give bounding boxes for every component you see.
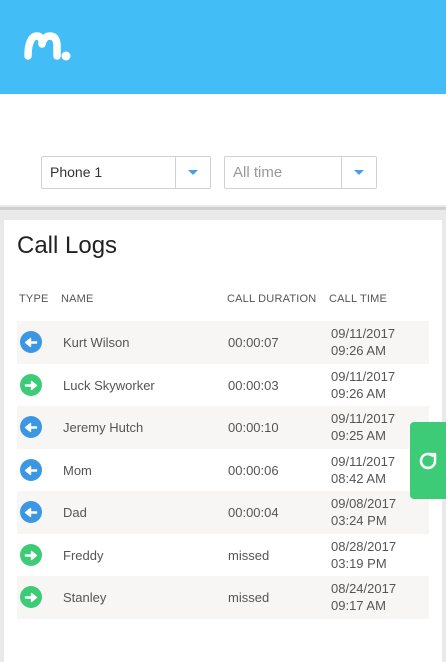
call-contact-name: Freddy [63,547,104,563]
call-clock-time: 03:24 PM [331,513,387,528]
call-date: 09/11/2017 [331,368,396,384]
call-clock-time: 03:19 PM [331,555,387,571]
table-row[interactable]: Stanley missed 08/24/2017 09:17 AM [17,576,429,619]
call-date: 09/11/2017 [331,453,396,469]
call-time: 09/11/2017 09:25 AM [331,410,395,444]
table-row[interactable]: Jeremy Hutch 00:00:10 09/11/2017 09:25 AM [17,406,429,449]
period-select-value: All time [233,164,283,181]
arrow-right-circle-icon [20,543,42,566]
call-time: 09/11/2017 09:26 AM [331,368,395,402]
call-log-table: Kurt Wilson 00:00:07 09/11/2017 09:26 AM Luc… [17,321,429,619]
refresh-button[interactable] [410,422,446,499]
arrow-left-circle-icon [20,458,42,481]
call-logs-card: Call Logs TYPE NAME CALL DURATION CALL T… [4,220,442,662]
call-date: 08/24/2017 [331,581,397,596]
table-row[interactable]: Kurt Wilson 00:00:07 09/11/2017 09:26 AM [17,321,429,364]
call-clock-time: 09:17 AM [331,598,386,613]
call-clock-time: 09:26 AM [331,385,386,401]
arrow-left-circle-icon [20,501,42,523]
call-contact-name: Luck Skyworker [63,377,155,393]
period-select-toggle[interactable] [341,157,376,188]
call-duration: missed [228,590,270,605]
caret-down-icon [354,170,364,175]
call-date: 09/08/2017 [331,496,397,511]
section-divider [0,207,446,210]
column-header-type[interactable]: TYPE [19,293,49,305]
call-date: 09/11/2017 [331,411,396,426]
page-title: Call Logs [17,232,118,259]
column-header-time[interactable]: CALL TIME [329,293,387,305]
call-duration: 00:00:03 [228,377,279,393]
call-time: 08/24/2017 09:17 AM [331,580,396,614]
call-contact-name: Jeremy Hutch [63,420,144,435]
period-select[interactable]: All time [224,156,377,189]
call-time: 09/11/2017 08:42 AM [331,453,395,487]
call-date: 08/28/2017 [331,538,397,554]
call-contact-name: Stanley [63,590,107,605]
device-select-value: Phone 1 [50,164,103,180]
caret-down-icon [188,170,198,175]
call-duration: 00:00:06 [228,462,279,478]
call-time: 09/08/2017 03:24 PM [331,495,396,529]
call-date: 09/11/2017 [331,326,396,341]
call-contact-name: Mom [63,462,92,478]
column-header-duration[interactable]: CALL DURATION [227,293,316,305]
arrow-left-circle-icon [20,416,42,438]
arrow-left-circle-icon [20,331,42,353]
call-duration: 00:00:07 [228,335,279,350]
call-time: 08/28/2017 03:19 PM [331,538,396,572]
table-row[interactable]: Luck Skyworker 00:00:03 09/11/2017 09:26 AM [17,364,429,407]
table-row[interactable]: Dad 00:00:04 09/08/2017 03:24 PM [17,491,429,534]
call-time: 09/11/2017 09:26 AM [331,325,395,359]
call-duration: 00:00:10 [228,420,279,435]
call-contact-name: Dad [63,505,87,520]
column-header-name[interactable]: NAME [61,293,94,305]
device-select-toggle[interactable] [175,157,210,188]
arrow-right-circle-icon [20,586,42,608]
call-contact-name: Kurt Wilson [63,335,130,350]
call-clock-time: 08:42 AM [331,470,386,486]
app-header [0,0,446,94]
device-select[interactable]: Phone 1 [41,156,211,189]
table-row[interactable]: Freddy missed 08/28/2017 03:19 PM [17,534,429,577]
arrow-right-circle-icon [20,373,42,396]
refresh-icon [419,452,437,469]
call-duration: missed [228,547,270,563]
call-duration: 00:00:04 [228,505,279,520]
table-row[interactable]: Mom 00:00:06 09/11/2017 08:42 AM [17,449,429,492]
filter-bar: Phone 1 All time [41,156,377,189]
call-clock-time: 09:26 AM [331,343,386,358]
call-clock-time: 09:25 AM [331,428,386,443]
mspy-logo[interactable] [24,28,72,64]
